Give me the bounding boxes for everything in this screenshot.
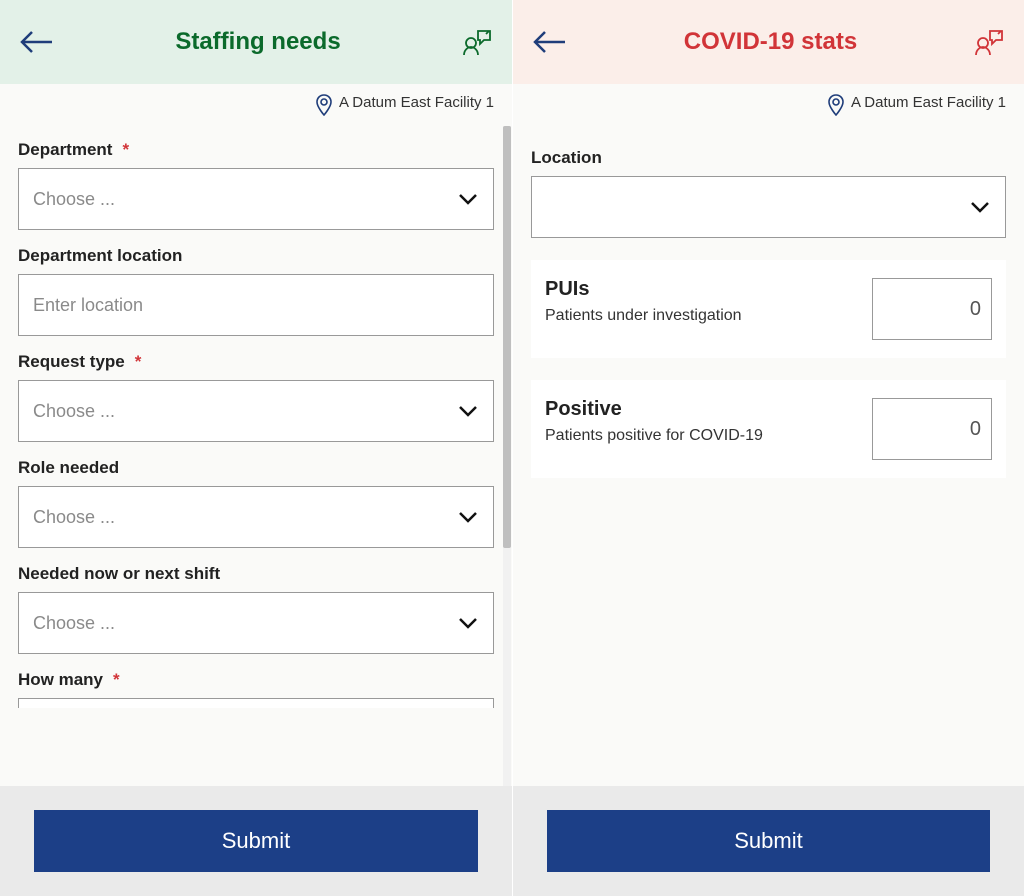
facility-bar: A Datum East Facility 1 [513,84,1024,126]
label-howmany: How many [18,670,494,690]
chevron-down-icon [457,612,479,634]
select-role[interactable]: Choose ... [18,486,494,548]
select-department-value: Choose ... [33,189,115,210]
puis-subtitle: Patients under investigation [545,307,858,325]
submit-button[interactable]: Submit [34,810,478,872]
footer: Submit [513,786,1024,896]
select-timing-value: Choose ... [33,613,115,634]
input-positive-value: 0 [970,418,981,441]
select-department[interactable]: Choose ... [18,168,494,230]
page-title: Staffing needs [175,28,340,56]
select-request-type-value: Choose ... [33,401,115,422]
select-role-value: Choose ... [33,507,115,528]
chevron-down-icon [457,188,479,210]
positive-subtitle: Patients positive for COVID-19 [545,427,858,445]
label-location: Location [531,148,1006,168]
header: Staffing needs [0,0,512,84]
facility-bar: A Datum East Facility 1 [0,84,512,126]
page-title: COVID-19 stats [684,28,857,56]
input-howmany[interactable] [18,698,494,708]
card-positive: Positive Patients positive for COVID-19 … [531,380,1006,478]
form-area: Location PUIs Patients under investigati… [513,126,1024,786]
chat-icon[interactable] [972,25,1006,59]
chat-icon[interactable] [460,25,494,59]
puis-title: PUIs [545,278,858,301]
form-scroll-area[interactable]: Department Choose ... Department locatio… [0,126,512,786]
input-positive[interactable]: 0 [872,398,992,460]
back-button[interactable] [531,23,569,61]
input-dept-location[interactable]: Enter location [18,274,494,336]
select-request-type[interactable]: Choose ... [18,380,494,442]
input-puis[interactable]: 0 [872,278,992,340]
label-request-type: Request type [18,352,494,372]
label-dept-location: Department location [18,246,494,266]
label-role: Role needed [18,458,494,478]
chevron-down-icon [457,400,479,422]
chevron-down-icon [969,196,991,218]
positive-title: Positive [545,398,858,421]
footer: Submit [0,786,512,896]
card-puis: PUIs Patients under investigation 0 [531,260,1006,358]
location-pin-icon [827,94,845,120]
location-pin-icon [315,94,333,120]
header: COVID-19 stats [513,0,1024,84]
input-dept-location-placeholder: Enter location [33,295,143,316]
select-timing[interactable]: Choose ... [18,592,494,654]
label-timing: Needed now or next shift [18,564,494,584]
label-department: Department [18,140,494,160]
facility-name: A Datum East Facility 1 [339,94,494,113]
select-location[interactable] [531,176,1006,238]
chevron-down-icon [457,506,479,528]
scrollbar-thumb[interactable] [503,126,511,548]
submit-button[interactable]: Submit [547,810,990,872]
input-puis-value: 0 [970,298,981,321]
back-button[interactable] [18,23,56,61]
facility-name: A Datum East Facility 1 [851,94,1006,113]
